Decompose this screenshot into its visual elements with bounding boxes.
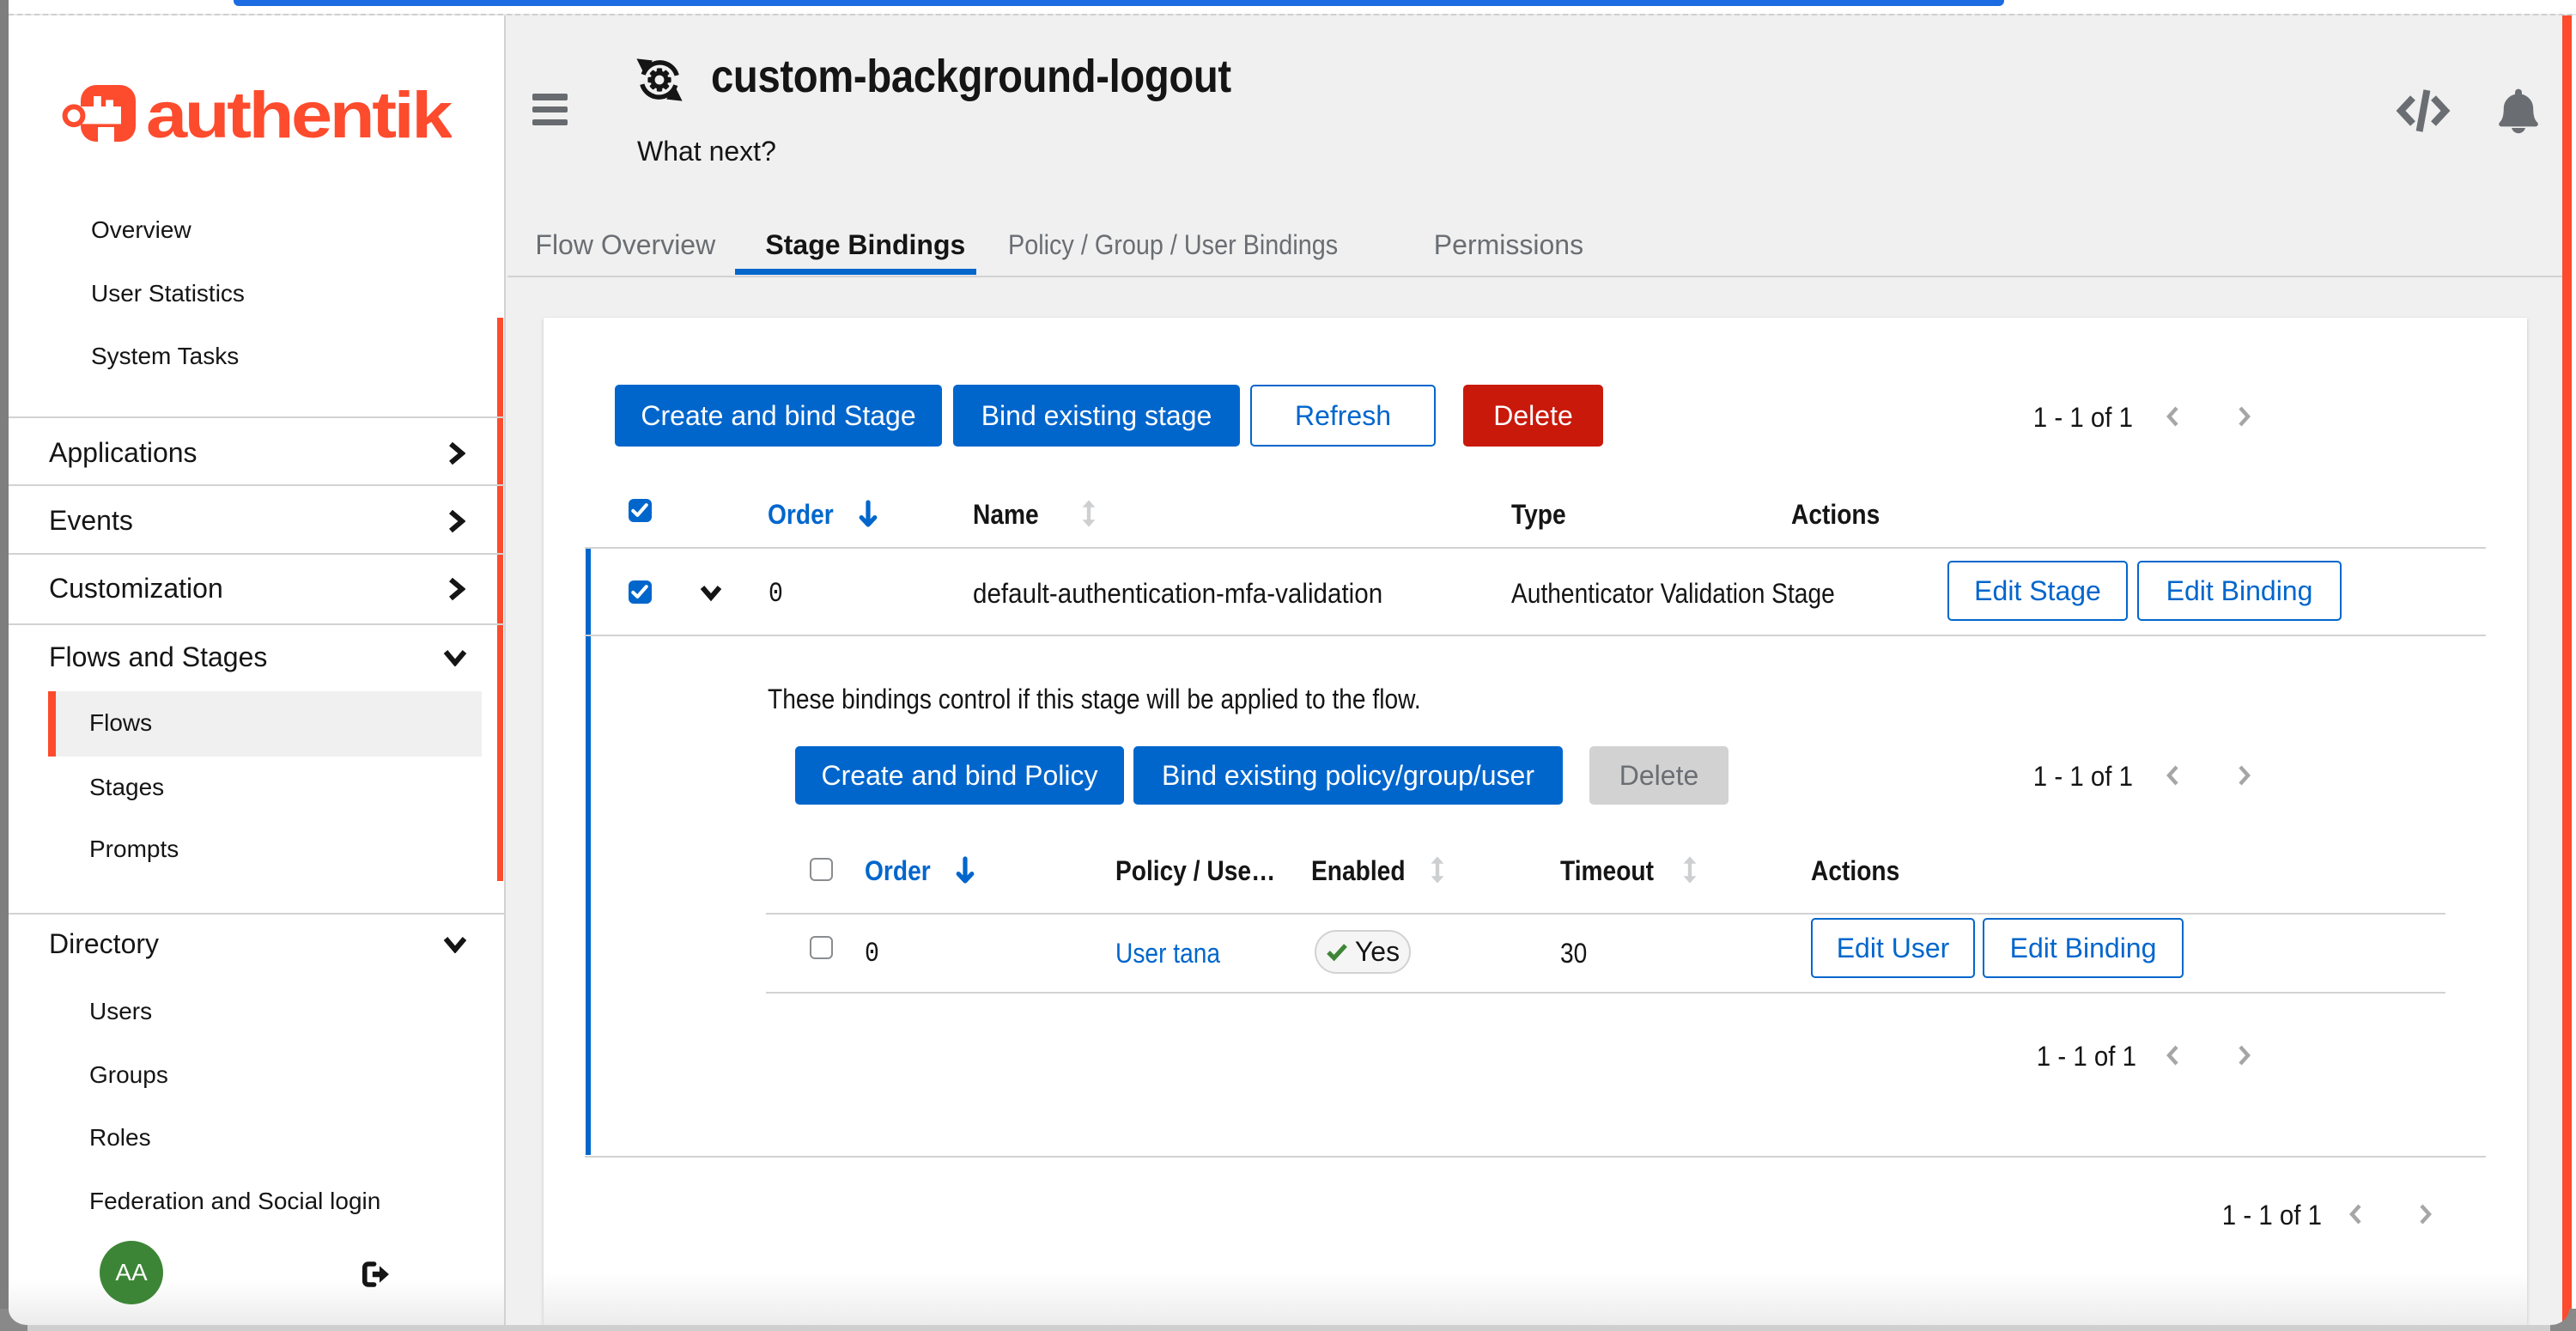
svg-text:authentik: authentik	[146, 79, 452, 148]
